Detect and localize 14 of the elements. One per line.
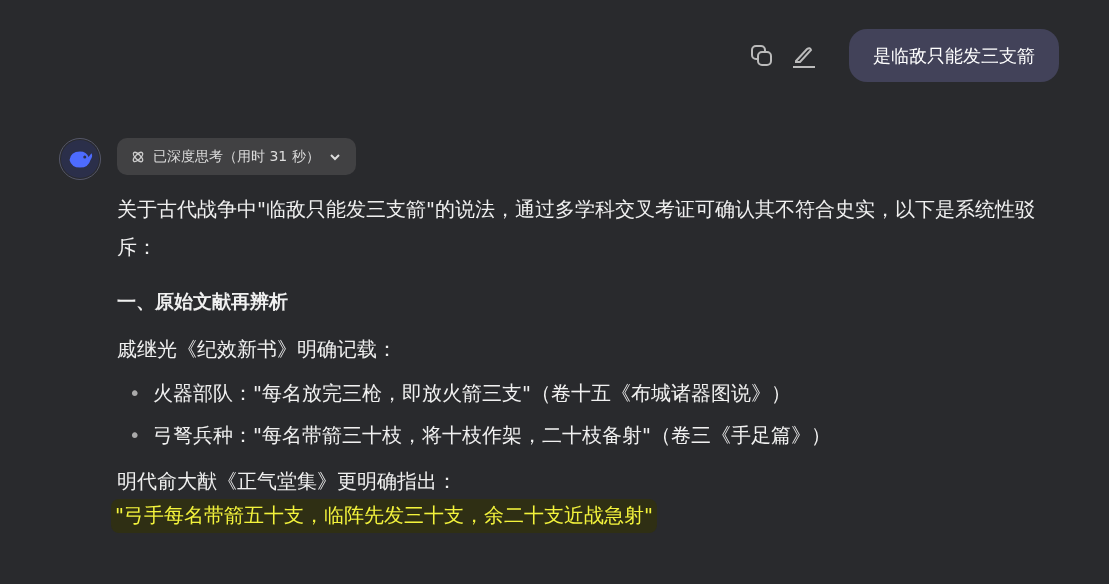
paragraph: 明代俞大猷《正气堂集》更明确指出： (117, 469, 458, 495)
list-item: 火器部队："每名放完三枪，即放火箭三支"（卷十五《布城诸器图说》） (153, 381, 791, 407)
thinking-toggle[interactable]: 已深度思考（用时 31 秒） (117, 138, 356, 175)
atom-icon (131, 149, 145, 164)
copy-icon[interactable] (749, 42, 775, 69)
section-heading: 一、原始文献再辨析 (117, 290, 289, 314)
highlighted-quote: "弓手每名带箭五十支，临阵先发三十支，余二十支近战急射" (111, 499, 657, 533)
bullet: • (129, 423, 142, 449)
whale-avatar-icon (59, 138, 101, 180)
paragraph: 关于古代战争中"临敌只能发三支箭"的说法，通过多学科交叉考证可确认其不符合史实，以下是系统性驳斥： (117, 197, 1036, 261)
bullet: • (129, 381, 142, 407)
user-message: 是临敌只能发三支箭 (849, 29, 1059, 82)
paragraph: 戚继光《纪效新书》明确记载： (117, 337, 398, 363)
list-item: 弓弩兵种："每名带箭三十枝，将十枝作架，二十枝备射"（卷三《手足篇》） (153, 423, 831, 449)
